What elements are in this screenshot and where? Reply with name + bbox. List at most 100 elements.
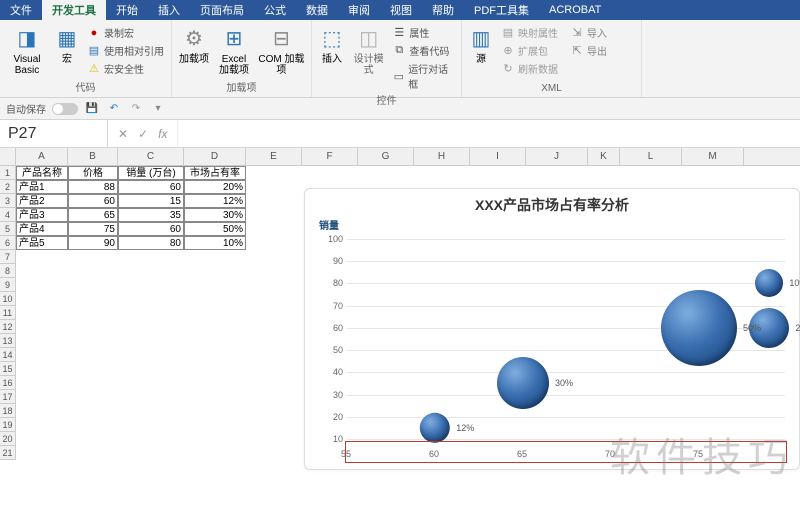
tab-data[interactable]: 数据 <box>296 0 338 20</box>
col-header[interactable]: L <box>620 148 682 165</box>
record-macro-button[interactable]: ●录制宏 <box>84 24 167 41</box>
macro-security-button[interactable]: ⚠宏安全性 <box>84 60 167 77</box>
row-header[interactable]: 13 <box>0 334 15 348</box>
tab-insert[interactable]: 插入 <box>148 0 190 20</box>
row-header[interactable]: 20 <box>0 432 15 446</box>
undo-icon[interactable]: ↶ <box>106 101 122 117</box>
import-button[interactable]: ⇲导入 <box>567 24 610 41</box>
row-header[interactable]: 14 <box>0 348 15 362</box>
visual-basic-button[interactable]: ◨ Visual Basic <box>4 22 50 78</box>
col-header[interactable]: J <box>526 148 588 165</box>
fx-icon[interactable]: fx <box>158 127 167 141</box>
redo-icon[interactable]: ↷ <box>128 101 144 117</box>
addins-button[interactable]: ⚙加载项 <box>176 22 212 67</box>
export-button[interactable]: ⇱导出 <box>567 42 610 59</box>
excel-addins-button[interactable]: ⊞Excel 加载项 <box>214 22 254 78</box>
bubble[interactable] <box>497 357 549 409</box>
col-header[interactable]: H <box>414 148 470 165</box>
macros-button[interactable]: ▦ 宏 <box>52 22 82 67</box>
row-header[interactable]: 18 <box>0 404 15 418</box>
tab-file[interactable]: 文件 <box>0 0 42 20</box>
com-addins-button[interactable]: ⊟COM 加载项 <box>256 22 307 78</box>
tab-view[interactable]: 视图 <box>380 0 422 20</box>
data-cell[interactable]: 20% <box>184 180 246 194</box>
data-cell[interactable]: 60 <box>68 194 118 208</box>
row-header[interactable]: 8 <box>0 264 15 278</box>
col-header[interactable]: M <box>682 148 744 165</box>
xml-source-button[interactable]: ▥源 <box>466 22 496 67</box>
data-cell[interactable]: 产品3 <box>16 208 68 222</box>
relative-ref-button[interactable]: ▤使用相对引用 <box>84 42 167 59</box>
data-cell[interactable]: 60 <box>118 180 184 194</box>
row-header[interactable]: 6 <box>0 236 15 250</box>
row-header[interactable]: 17 <box>0 390 15 404</box>
col-header[interactable]: I <box>470 148 526 165</box>
tab-acrobat[interactable]: ACROBAT <box>539 0 611 20</box>
design-mode-button[interactable]: ◫设计模式 <box>350 22 387 78</box>
data-cell[interactable]: 90 <box>68 236 118 250</box>
view-code-button[interactable]: ⧉查看代码 <box>389 42 457 59</box>
col-header[interactable]: K <box>588 148 620 165</box>
autosave-toggle[interactable] <box>52 103 78 115</box>
tab-pdf[interactable]: PDF工具集 <box>464 0 539 20</box>
data-cell[interactable]: 75 <box>68 222 118 236</box>
data-cell[interactable]: 15 <box>118 194 184 208</box>
data-cell[interactable]: 88 <box>68 180 118 194</box>
expand-pack-button[interactable]: ⊕扩展包 <box>498 42 561 59</box>
data-cell[interactable]: 产品名称 <box>16 166 68 180</box>
name-box[interactable]: P27 <box>0 120 108 147</box>
row-header[interactable]: 11 <box>0 306 15 320</box>
formula-bar[interactable] <box>177 120 800 147</box>
tab-home[interactable]: 开始 <box>106 0 148 20</box>
data-cell[interactable]: 80 <box>118 236 184 250</box>
refresh-data-button[interactable]: ↻刷新数据 <box>498 60 561 77</box>
data-cell[interactable]: 价格 <box>68 166 118 180</box>
data-cell[interactable]: 12% <box>184 194 246 208</box>
tab-help[interactable]: 帮助 <box>422 0 464 20</box>
data-cell[interactable]: 产品4 <box>16 222 68 236</box>
row-header[interactable]: 9 <box>0 278 15 292</box>
tab-review[interactable]: 审阅 <box>338 0 380 20</box>
row-header[interactable]: 21 <box>0 446 15 460</box>
row-header[interactable]: 19 <box>0 418 15 432</box>
data-cell[interactable]: 60 <box>118 222 184 236</box>
run-dialog-button[interactable]: ▭运行对话框 <box>389 60 457 92</box>
row-header[interactable]: 3 <box>0 194 15 208</box>
col-header[interactable]: A <box>16 148 68 165</box>
insert-control-button[interactable]: ⬚插入 <box>316 22 348 67</box>
data-cell[interactable]: 销量 (万台) <box>118 166 184 180</box>
cancel-formula-icon[interactable]: ✕ <box>118 127 128 141</box>
tab-layout[interactable]: 页面布局 <box>190 0 254 20</box>
data-cell[interactable]: 产品1 <box>16 180 68 194</box>
row-header[interactable]: 4 <box>0 208 15 222</box>
bubble[interactable] <box>661 290 737 366</box>
row-header[interactable]: 5 <box>0 222 15 236</box>
data-cell[interactable]: 65 <box>68 208 118 222</box>
map-props-button[interactable]: ▤映射属性 <box>498 24 561 41</box>
col-header[interactable]: F <box>302 148 358 165</box>
data-cell[interactable]: 30% <box>184 208 246 222</box>
data-cell[interactable]: 10% <box>184 236 246 250</box>
row-header[interactable]: 2 <box>0 180 15 194</box>
save-icon[interactable]: 💾 <box>84 101 100 117</box>
bubble-chart[interactable]: XXX产品市场占有率分析 销量 10203040506070809010020%… <box>304 188 800 470</box>
col-header[interactable]: C <box>118 148 184 165</box>
col-header[interactable]: G <box>358 148 414 165</box>
row-header[interactable]: 10 <box>0 292 15 306</box>
accept-formula-icon[interactable]: ✓ <box>138 127 148 141</box>
data-cell[interactable]: 产品2 <box>16 194 68 208</box>
row-header[interactable]: 15 <box>0 362 15 376</box>
qat-more-icon[interactable]: ▾ <box>150 101 166 117</box>
properties-button[interactable]: ☰属性 <box>389 24 457 41</box>
data-cell[interactable]: 50% <box>184 222 246 236</box>
select-all-corner[interactable] <box>0 148 16 166</box>
col-header[interactable]: D <box>184 148 246 165</box>
col-header[interactable]: B <box>68 148 118 165</box>
cells-area[interactable]: XXX产品市场占有率分析 销量 10203040506070809010020%… <box>16 166 800 505</box>
row-header[interactable]: 16 <box>0 376 15 390</box>
data-cell[interactable]: 35 <box>118 208 184 222</box>
tab-formula[interactable]: 公式 <box>254 0 296 20</box>
tab-developer[interactable]: 开发工具 <box>42 0 106 20</box>
bubble[interactable] <box>755 269 783 297</box>
row-header[interactable]: 7 <box>0 250 15 264</box>
